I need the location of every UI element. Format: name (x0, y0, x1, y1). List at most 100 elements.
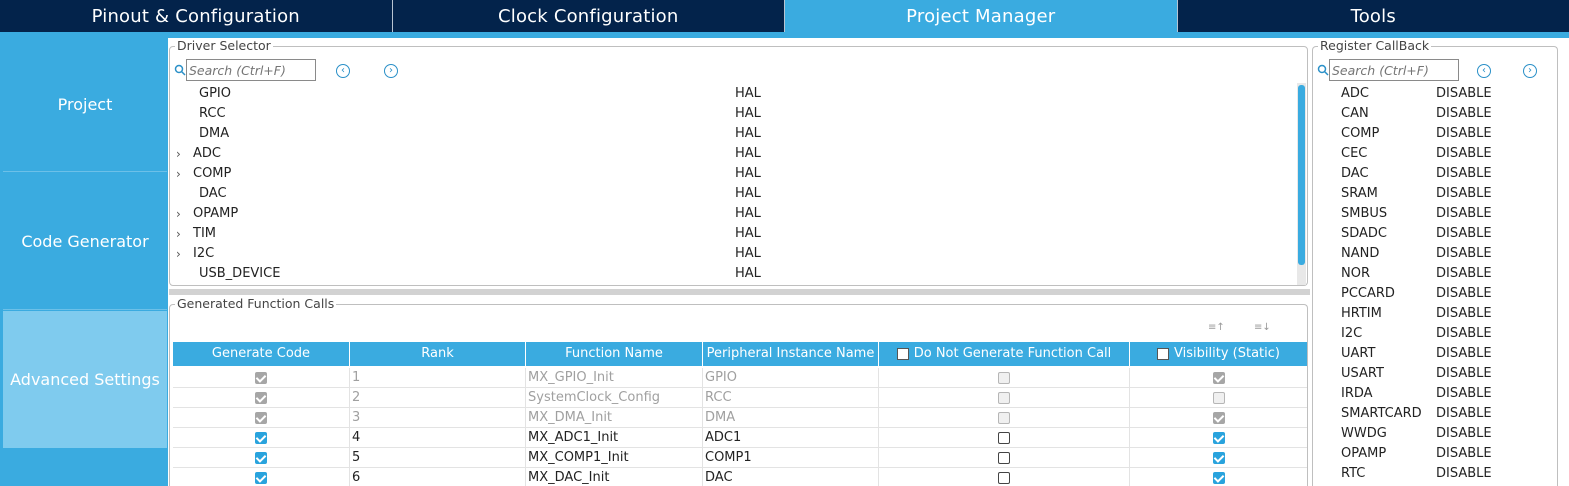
callback-row-i2c[interactable]: I2C DISABLE (1341, 324, 1541, 344)
driver-value[interactable]: HAL (735, 244, 761, 264)
do-not-generate-checkbox[interactable] (998, 432, 1010, 444)
driver-row-gpio[interactable]: GPIO HAL (170, 84, 1296, 104)
generate-code-checkbox[interactable] (255, 472, 267, 484)
callback-row-comp[interactable]: COMP DISABLE (1341, 124, 1541, 144)
chevron-right-icon[interactable]: › (176, 144, 181, 164)
callback-value[interactable]: DISABLE (1436, 224, 1492, 244)
callback-value[interactable]: DISABLE (1436, 384, 1492, 404)
callback-row-pccard[interactable]: PCCARD DISABLE (1341, 284, 1541, 304)
chevron-right-icon[interactable]: › (176, 244, 181, 264)
callback-row-sram[interactable]: SRAM DISABLE (1341, 184, 1541, 204)
do-not-generate-checkbox[interactable] (998, 452, 1010, 464)
callback-value[interactable]: DISABLE (1436, 104, 1492, 124)
tab-clock-configuration[interactable]: Clock Configuration (393, 0, 785, 32)
callback-value[interactable]: DISABLE (1436, 184, 1492, 204)
generate-code-checkbox[interactable] (255, 392, 267, 404)
move-up-icon[interactable]: ≡↑ (1208, 322, 1225, 333)
driver-list-scrollbar[interactable] (1297, 83, 1306, 285)
driver-value[interactable]: HAL (735, 104, 761, 124)
callback-value[interactable]: DISABLE (1436, 244, 1492, 264)
tab-pinout-configuration[interactable]: Pinout & Configuration (0, 0, 393, 32)
generate-code-checkbox[interactable] (255, 372, 267, 384)
driver-row-comp[interactable]: › COMP HAL (170, 164, 1296, 184)
driver-value[interactable]: HAL (735, 224, 761, 244)
visibility-checkbox[interactable] (1212, 372, 1225, 384)
visibility-all-checkbox[interactable] (1157, 348, 1170, 360)
do-not-generate-checkbox[interactable] (998, 412, 1010, 424)
callback-row-sdadc[interactable]: SDADC DISABLE (1341, 224, 1541, 244)
callback-value[interactable]: DISABLE (1436, 444, 1492, 464)
previous-match-icon[interactable]: ‹ (336, 64, 350, 78)
callback-value[interactable]: DISABLE (1436, 204, 1492, 224)
move-down-icon[interactable]: ≡↓ (1254, 322, 1271, 333)
callback-row-smartcard[interactable]: SMARTCARD DISABLE (1341, 404, 1541, 424)
driver-row-opamp[interactable]: › OPAMP HAL (170, 204, 1296, 224)
callback-value[interactable]: DISABLE (1436, 424, 1492, 444)
header-function-name[interactable]: Function Name (526, 342, 703, 366)
visibility-checkbox[interactable] (1212, 392, 1225, 404)
callback-row-usart[interactable]: USART DISABLE (1341, 364, 1541, 384)
chevron-right-icon[interactable]: › (176, 224, 181, 244)
driver-row-dma[interactable]: DMA HAL (170, 124, 1296, 144)
driver-row-dac[interactable]: DAC HAL (170, 184, 1296, 204)
driver-row-rcc[interactable]: RCC HAL (170, 104, 1296, 124)
sidebar-item-code-generator[interactable]: Code Generator (3, 173, 167, 310)
driver-row-adc[interactable]: › ADC HAL (170, 144, 1296, 164)
driver-search-input[interactable] (186, 59, 316, 81)
tab-tools[interactable]: Tools (1178, 0, 1569, 32)
callback-value[interactable]: DISABLE (1436, 264, 1492, 284)
callback-row-smbus[interactable]: SMBUS DISABLE (1341, 204, 1541, 224)
generate-code-checkbox[interactable] (255, 452, 267, 464)
tab-project-manager[interactable]: Project Manager (785, 0, 1178, 32)
visibility-checkbox[interactable] (1212, 412, 1225, 424)
driver-row-i2c[interactable]: › I2C HAL (170, 244, 1296, 264)
header-rank[interactable]: Rank (350, 342, 526, 366)
callback-search-input[interactable] (1329, 59, 1459, 81)
visibility-checkbox[interactable] (1212, 432, 1225, 444)
callback-value[interactable]: DISABLE (1436, 404, 1492, 424)
callback-value[interactable]: DISABLE (1436, 464, 1492, 484)
sidebar-item-advanced-settings[interactable]: Advanced Settings (3, 311, 167, 448)
driver-value[interactable]: HAL (735, 124, 761, 144)
next-match-icon[interactable]: › (384, 64, 398, 78)
driver-value[interactable]: HAL (735, 264, 761, 284)
do-not-generate-checkbox[interactable] (998, 472, 1010, 484)
callback-value[interactable]: DISABLE (1436, 164, 1492, 184)
callback-row-nand[interactable]: NAND DISABLE (1341, 244, 1541, 264)
callback-row-wwdg[interactable]: WWDG DISABLE (1341, 424, 1541, 444)
callback-row-cec[interactable]: CEC DISABLE (1341, 144, 1541, 164)
do-not-generate-checkbox[interactable] (998, 392, 1010, 404)
driver-value[interactable]: HAL (735, 184, 761, 204)
callback-value[interactable]: DISABLE (1436, 304, 1492, 324)
driver-value[interactable]: HAL (735, 84, 761, 104)
header-peripheral-instance[interactable]: Peripheral Instance Name (703, 342, 879, 366)
callback-row-opamp[interactable]: OPAMP DISABLE (1341, 444, 1541, 464)
callback-value[interactable]: DISABLE (1436, 344, 1492, 364)
callback-row-dac[interactable]: DAC DISABLE (1341, 164, 1541, 184)
next-match-icon[interactable]: › (1523, 64, 1537, 78)
callback-row-hrtim[interactable]: HRTIM DISABLE (1341, 304, 1541, 324)
header-do-not-generate[interactable]: Do Not Generate Function Call (879, 342, 1130, 366)
driver-value[interactable]: HAL (735, 144, 761, 164)
do-not-generate-checkbox[interactable] (998, 372, 1010, 384)
driver-value[interactable]: HAL (735, 204, 761, 224)
callback-value[interactable]: DISABLE (1436, 364, 1492, 384)
callback-row-irda[interactable]: IRDA DISABLE (1341, 384, 1541, 404)
visibility-checkbox[interactable] (1212, 452, 1225, 464)
driver-row-usb-device[interactable]: USB_DEVICE HAL (170, 264, 1296, 284)
header-visibility[interactable]: Visibility (Static) (1130, 342, 1307, 366)
visibility-checkbox[interactable] (1212, 472, 1225, 484)
header-generate-code[interactable]: Generate Code (173, 342, 350, 366)
chevron-right-icon[interactable]: › (176, 164, 181, 184)
callback-value[interactable]: DISABLE (1436, 144, 1492, 164)
generate-code-checkbox[interactable] (255, 432, 267, 444)
callback-value[interactable]: DISABLE (1436, 324, 1492, 344)
driver-row-tim[interactable]: › TIM HAL (170, 224, 1296, 244)
sidebar-item-project[interactable]: Project (3, 38, 167, 172)
callback-row-nor[interactable]: NOR DISABLE (1341, 264, 1541, 284)
do-not-generate-all-checkbox[interactable] (896, 348, 909, 360)
callback-row-adc[interactable]: ADC DISABLE (1341, 84, 1541, 104)
previous-match-icon[interactable]: ‹ (1477, 64, 1491, 78)
callback-value[interactable]: DISABLE (1436, 124, 1492, 144)
generate-code-checkbox[interactable] (255, 412, 267, 424)
